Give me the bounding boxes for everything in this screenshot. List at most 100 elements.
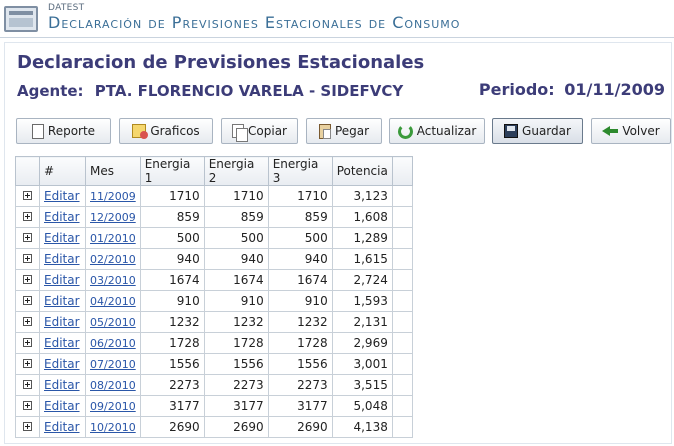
mes-link[interactable]: 06/2010 <box>90 337 136 350</box>
editar-link[interactable]: Editar <box>44 357 80 371</box>
mes-link[interactable]: 01/2010 <box>90 232 136 245</box>
agent-label: Agente: <box>17 82 84 100</box>
editar-link[interactable]: Editar <box>44 189 80 203</box>
energia-1-cell: 1674 <box>139 269 205 291</box>
energia-3-cell: 859 <box>267 206 333 228</box>
filler-cell <box>391 353 413 375</box>
editar-link[interactable]: Editar <box>44 210 80 224</box>
potencia-cell: 3,001 <box>331 353 393 375</box>
expand-plus-icon[interactable] <box>23 422 32 431</box>
mes-cell: 08/2010 <box>85 374 141 396</box>
expand-cell[interactable] <box>15 227 40 249</box>
filler-cell <box>391 185 413 207</box>
edit-cell: Editar <box>39 185 86 207</box>
mes-link[interactable]: 10/2010 <box>90 421 136 434</box>
main-panel: Declaracion de Previsiones Estacionales … <box>4 42 672 444</box>
mes-cell: 12/2009 <box>85 206 141 228</box>
mes-link[interactable]: 05/2010 <box>90 316 136 329</box>
energia-2-cell: 859 <box>203 206 269 228</box>
mes-link[interactable]: 09/2010 <box>90 400 136 413</box>
mes-link[interactable]: 07/2010 <box>90 358 136 371</box>
mes-cell: 01/2010 <box>85 227 141 249</box>
filler-cell <box>391 416 413 438</box>
column-header-energia-1[interactable]: Energia 1 <box>139 156 205 186</box>
energia-1-cell: 2690 <box>139 416 205 438</box>
energia-1-cell: 1710 <box>139 185 205 207</box>
energia-3-cell: 3177 <box>267 395 333 417</box>
column-header-energia-3[interactable]: Energia 3 <box>267 156 333 186</box>
volver-button[interactable]: Volver <box>591 118 671 144</box>
expand-cell[interactable] <box>15 290 40 312</box>
mes-link[interactable]: 02/2010 <box>90 253 136 266</box>
editar-link[interactable]: Editar <box>44 273 80 287</box>
expand-plus-icon[interactable] <box>23 191 32 200</box>
document-icon <box>31 123 44 139</box>
expand-cell[interactable] <box>15 248 40 270</box>
graficos-button[interactable]: Graficos <box>119 118 213 144</box>
editar-link[interactable]: Editar <box>44 231 80 245</box>
expand-cell[interactable] <box>15 206 40 228</box>
editar-link[interactable]: Editar <box>44 315 80 329</box>
expand-plus-icon[interactable] <box>23 233 32 242</box>
potencia-cell: 1,608 <box>331 206 393 228</box>
column-header-mes[interactable]: Mes <box>85 156 141 186</box>
expand-cell[interactable] <box>15 311 40 333</box>
column-header-potencia[interactable]: Potencia <box>331 156 393 186</box>
table-row: Editar 03/2010 1674 1674 1674 2,724 <box>15 269 413 291</box>
expand-plus-icon[interactable] <box>23 401 32 410</box>
expand-plus-icon[interactable] <box>23 212 32 221</box>
column-header-number: # <box>39 156 86 186</box>
expand-plus-icon[interactable] <box>23 275 32 284</box>
guardar-label: Guardar <box>522 124 571 138</box>
filler-cell <box>391 269 413 291</box>
energia-2-cell: 1728 <box>203 332 269 354</box>
pegar-button[interactable]: Pegar <box>306 118 382 144</box>
editar-link[interactable]: Editar <box>44 294 80 308</box>
mes-cell: 02/2010 <box>85 248 141 270</box>
expand-cell[interactable] <box>15 185 40 207</box>
editar-link[interactable]: Editar <box>44 252 80 266</box>
energia-3-cell: 940 <box>267 248 333 270</box>
filler-cell <box>391 332 413 354</box>
expand-plus-icon[interactable] <box>23 359 32 368</box>
expand-plus-icon[interactable] <box>23 338 32 347</box>
page-title: Declaracion de Previsiones Estacionales <box>17 52 425 73</box>
expand-cell[interactable] <box>15 416 40 438</box>
expand-cell[interactable] <box>15 269 40 291</box>
potencia-cell: 2,969 <box>331 332 393 354</box>
expand-cell[interactable] <box>15 395 40 417</box>
mes-link[interactable]: 03/2010 <box>90 274 136 287</box>
mes-link[interactable]: 04/2010 <box>90 295 136 308</box>
editar-link[interactable]: Editar <box>44 378 80 392</box>
energia-3-cell: 1728 <box>267 332 333 354</box>
actualizar-button[interactable]: Actualizar <box>389 118 485 144</box>
editar-link[interactable]: Editar <box>44 399 80 413</box>
mes-link[interactable]: 08/2010 <box>90 379 136 392</box>
column-header-energia-2[interactable]: Energia 2 <box>203 156 269 186</box>
mes-link[interactable]: 12/2009 <box>90 211 136 224</box>
editar-link[interactable]: Editar <box>44 420 80 434</box>
expand-cell[interactable] <box>15 332 40 354</box>
energia-1-cell: 500 <box>139 227 205 249</box>
reporte-button[interactable]: Reporte <box>16 118 111 144</box>
mes-cell: 05/2010 <box>85 311 141 333</box>
expand-plus-icon[interactable] <box>23 380 32 389</box>
refresh-icon <box>397 123 413 139</box>
periodo-label: Periodo: <box>478 80 555 99</box>
expand-cell[interactable] <box>15 353 40 375</box>
energia-2-cell: 3177 <box>203 395 269 417</box>
actualizar-label: Actualizar <box>416 124 477 138</box>
expand-plus-icon[interactable] <box>23 317 32 326</box>
energia-2-cell: 2273 <box>203 374 269 396</box>
mes-cell: 07/2010 <box>85 353 141 375</box>
expand-plus-icon[interactable] <box>23 254 32 263</box>
mes-link[interactable]: 11/2009 <box>90 190 136 203</box>
expand-cell[interactable] <box>15 374 40 396</box>
expand-plus-icon[interactable] <box>23 296 32 305</box>
energia-3-cell: 2273 <box>267 374 333 396</box>
volver-label: Volver <box>622 124 660 138</box>
copiar-button[interactable]: Copiar <box>221 118 298 144</box>
editar-link[interactable]: Editar <box>44 336 80 350</box>
table-row: Editar 06/2010 1728 1728 1728 2,969 <box>15 332 413 354</box>
guardar-button[interactable]: Guardar <box>492 118 583 144</box>
